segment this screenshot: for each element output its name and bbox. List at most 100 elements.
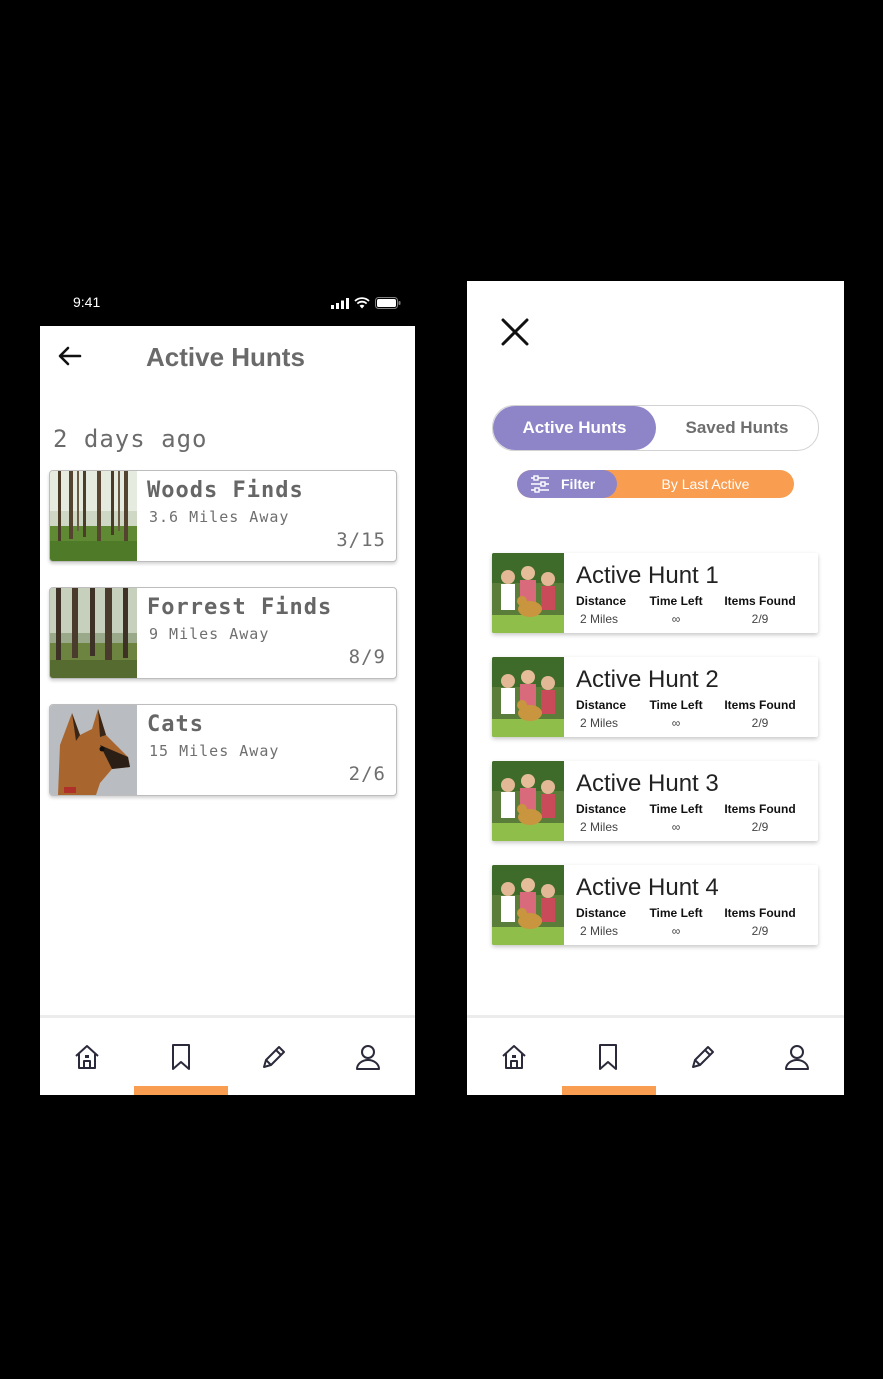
time-left-value: ∞ [671, 612, 681, 626]
items-found-value: 2/9 [751, 924, 769, 938]
time-left-label: Time Left [649, 594, 703, 608]
status-time: 9:41 [73, 294, 101, 310]
distance-value: 2 Miles [579, 612, 618, 626]
active-hunt-card[interactable]: Active Hunt 3 Distance 2 Miles Time Left… [492, 761, 818, 841]
nav-home[interactable] [467, 1018, 561, 1095]
nav-edit[interactable] [656, 1018, 750, 1095]
nav-profile[interactable] [321, 1018, 415, 1095]
sliders-icon [531, 475, 549, 493]
section-label: 2 days ago [53, 425, 208, 453]
battery-icon [375, 297, 401, 309]
distance-stat: Distance 2 Miles [576, 802, 627, 834]
active-hunt-card[interactable]: Active Hunt 4 Distance 2 Miles Time Left… [492, 865, 818, 945]
family-dog-image [492, 657, 564, 737]
close-icon[interactable] [499, 316, 531, 348]
page-title: Active Hunts [146, 342, 305, 372]
dog-image [50, 705, 137, 795]
hunt-card[interactable]: Woods Finds 3.6 Miles Away 3/15 [49, 470, 397, 562]
filter-label: Filter [561, 476, 596, 492]
time-left-stat: Time Left ∞ [642, 906, 710, 938]
family-dog-image [492, 761, 564, 841]
items-found-stat: Items Found 2/9 [720, 802, 800, 834]
profile-icon [356, 1044, 381, 1070]
profile-icon [784, 1044, 809, 1070]
hunt-distance: 15 Miles Away [149, 742, 280, 760]
bottom-nav [467, 1015, 844, 1095]
items-found-label: Items Found [724, 698, 796, 712]
time-left-value: ∞ [671, 924, 681, 938]
hunt-name: Woods Finds [147, 478, 304, 503]
time-left-label: Time Left [649, 698, 703, 712]
nav-home[interactable] [40, 1018, 134, 1095]
filter-bar: Filter By Last Active [517, 470, 794, 498]
hunt-progress: 8/9 [348, 646, 386, 668]
distance-value: 2 Miles [579, 820, 618, 834]
active-hunt-card[interactable]: Active Hunt 2 Distance 2 Miles Time Left… [492, 657, 818, 737]
items-found-stat: Items Found 2/9 [720, 906, 800, 938]
hunt-distance: 3.6 Miles Away [149, 508, 290, 526]
time-left-label: Time Left [649, 802, 703, 816]
family-dog-image [492, 865, 564, 945]
active-hunt-name: Active Hunt 3 [576, 770, 719, 797]
active-hunt-name: Active Hunt 4 [576, 874, 719, 901]
active-hunt-name: Active Hunt 2 [576, 666, 719, 693]
hunt-progress: 2/6 [348, 763, 386, 785]
nav-active-indicator [134, 1086, 228, 1095]
time-left-value: ∞ [671, 820, 681, 834]
hunt-name: Cats [147, 712, 204, 737]
items-found-value: 2/9 [751, 716, 769, 730]
nav-bookmarks[interactable] [134, 1018, 228, 1095]
time-left-stat: Time Left ∞ [642, 802, 710, 834]
active-hunt-card[interactable]: Active Hunt 1 Distance 2 Miles Time Left… [492, 553, 818, 633]
hunt-tabs: Active Hunts Saved Hunts [492, 405, 819, 451]
tab-saved-hunts[interactable]: Saved Hunts [656, 406, 818, 450]
sort-button[interactable]: By Last Active [617, 470, 794, 498]
bottom-nav [40, 1015, 415, 1095]
hunt-card[interactable]: Cats 15 Miles Away 2/6 [49, 704, 397, 796]
back-arrow-icon[interactable] [56, 342, 84, 370]
time-left-value: ∞ [671, 716, 681, 730]
home-icon [502, 1044, 526, 1069]
home-icon [75, 1044, 99, 1069]
distance-label: Distance [576, 906, 627, 920]
filter-button[interactable]: Filter [517, 470, 617, 498]
items-found-label: Items Found [724, 906, 796, 920]
items-found-value: 2/9 [751, 612, 769, 626]
items-found-label: Items Found [724, 802, 796, 816]
distance-stat: Distance 2 Miles [576, 594, 627, 626]
distance-label: Distance [576, 594, 627, 608]
woods-image [50, 471, 137, 561]
items-found-value: 2/9 [751, 820, 769, 834]
active-hunts-screen: Active Hunts 2 days ago Woods Finds 3.6 … [40, 326, 415, 1095]
hunt-name: Forrest Finds [147, 595, 333, 620]
status-icons [331, 297, 401, 309]
distance-value: 2 Miles [579, 716, 618, 730]
forest-image [50, 588, 137, 678]
bookmark-icon [599, 1043, 618, 1070]
distance-value: 2 Miles [579, 924, 618, 938]
hunt-progress: 3/15 [336, 529, 386, 551]
hunt-card[interactable]: Forrest Finds 9 Miles Away 8/9 [49, 587, 397, 679]
family-dog-image [492, 553, 564, 633]
status-bar: 9:41 [40, 288, 415, 326]
nav-bookmarks[interactable] [561, 1018, 655, 1095]
distance-label: Distance [576, 802, 627, 816]
items-found-stat: Items Found 2/9 [720, 594, 800, 626]
pencil-icon [263, 1045, 286, 1068]
pencil-icon [691, 1045, 714, 1068]
time-left-stat: Time Left ∞ [642, 594, 710, 626]
nav-active-indicator [562, 1086, 656, 1095]
signal-icon [331, 297, 349, 309]
time-left-stat: Time Left ∞ [642, 698, 710, 730]
hunts-overview-screen: Active Hunts Saved Hunts Filter By Last … [467, 281, 844, 1095]
items-found-stat: Items Found 2/9 [720, 698, 800, 730]
nav-edit[interactable] [228, 1018, 322, 1095]
bookmark-icon [171, 1043, 190, 1070]
tab-active-hunts[interactable]: Active Hunts [493, 406, 656, 450]
wifi-icon [354, 297, 370, 309]
items-found-label: Items Found [724, 594, 796, 608]
time-left-label: Time Left [649, 906, 703, 920]
distance-stat: Distance 2 Miles [576, 698, 626, 730]
nav-profile[interactable] [750, 1018, 844, 1095]
distance-stat: Distance 2 Miles [576, 906, 627, 938]
